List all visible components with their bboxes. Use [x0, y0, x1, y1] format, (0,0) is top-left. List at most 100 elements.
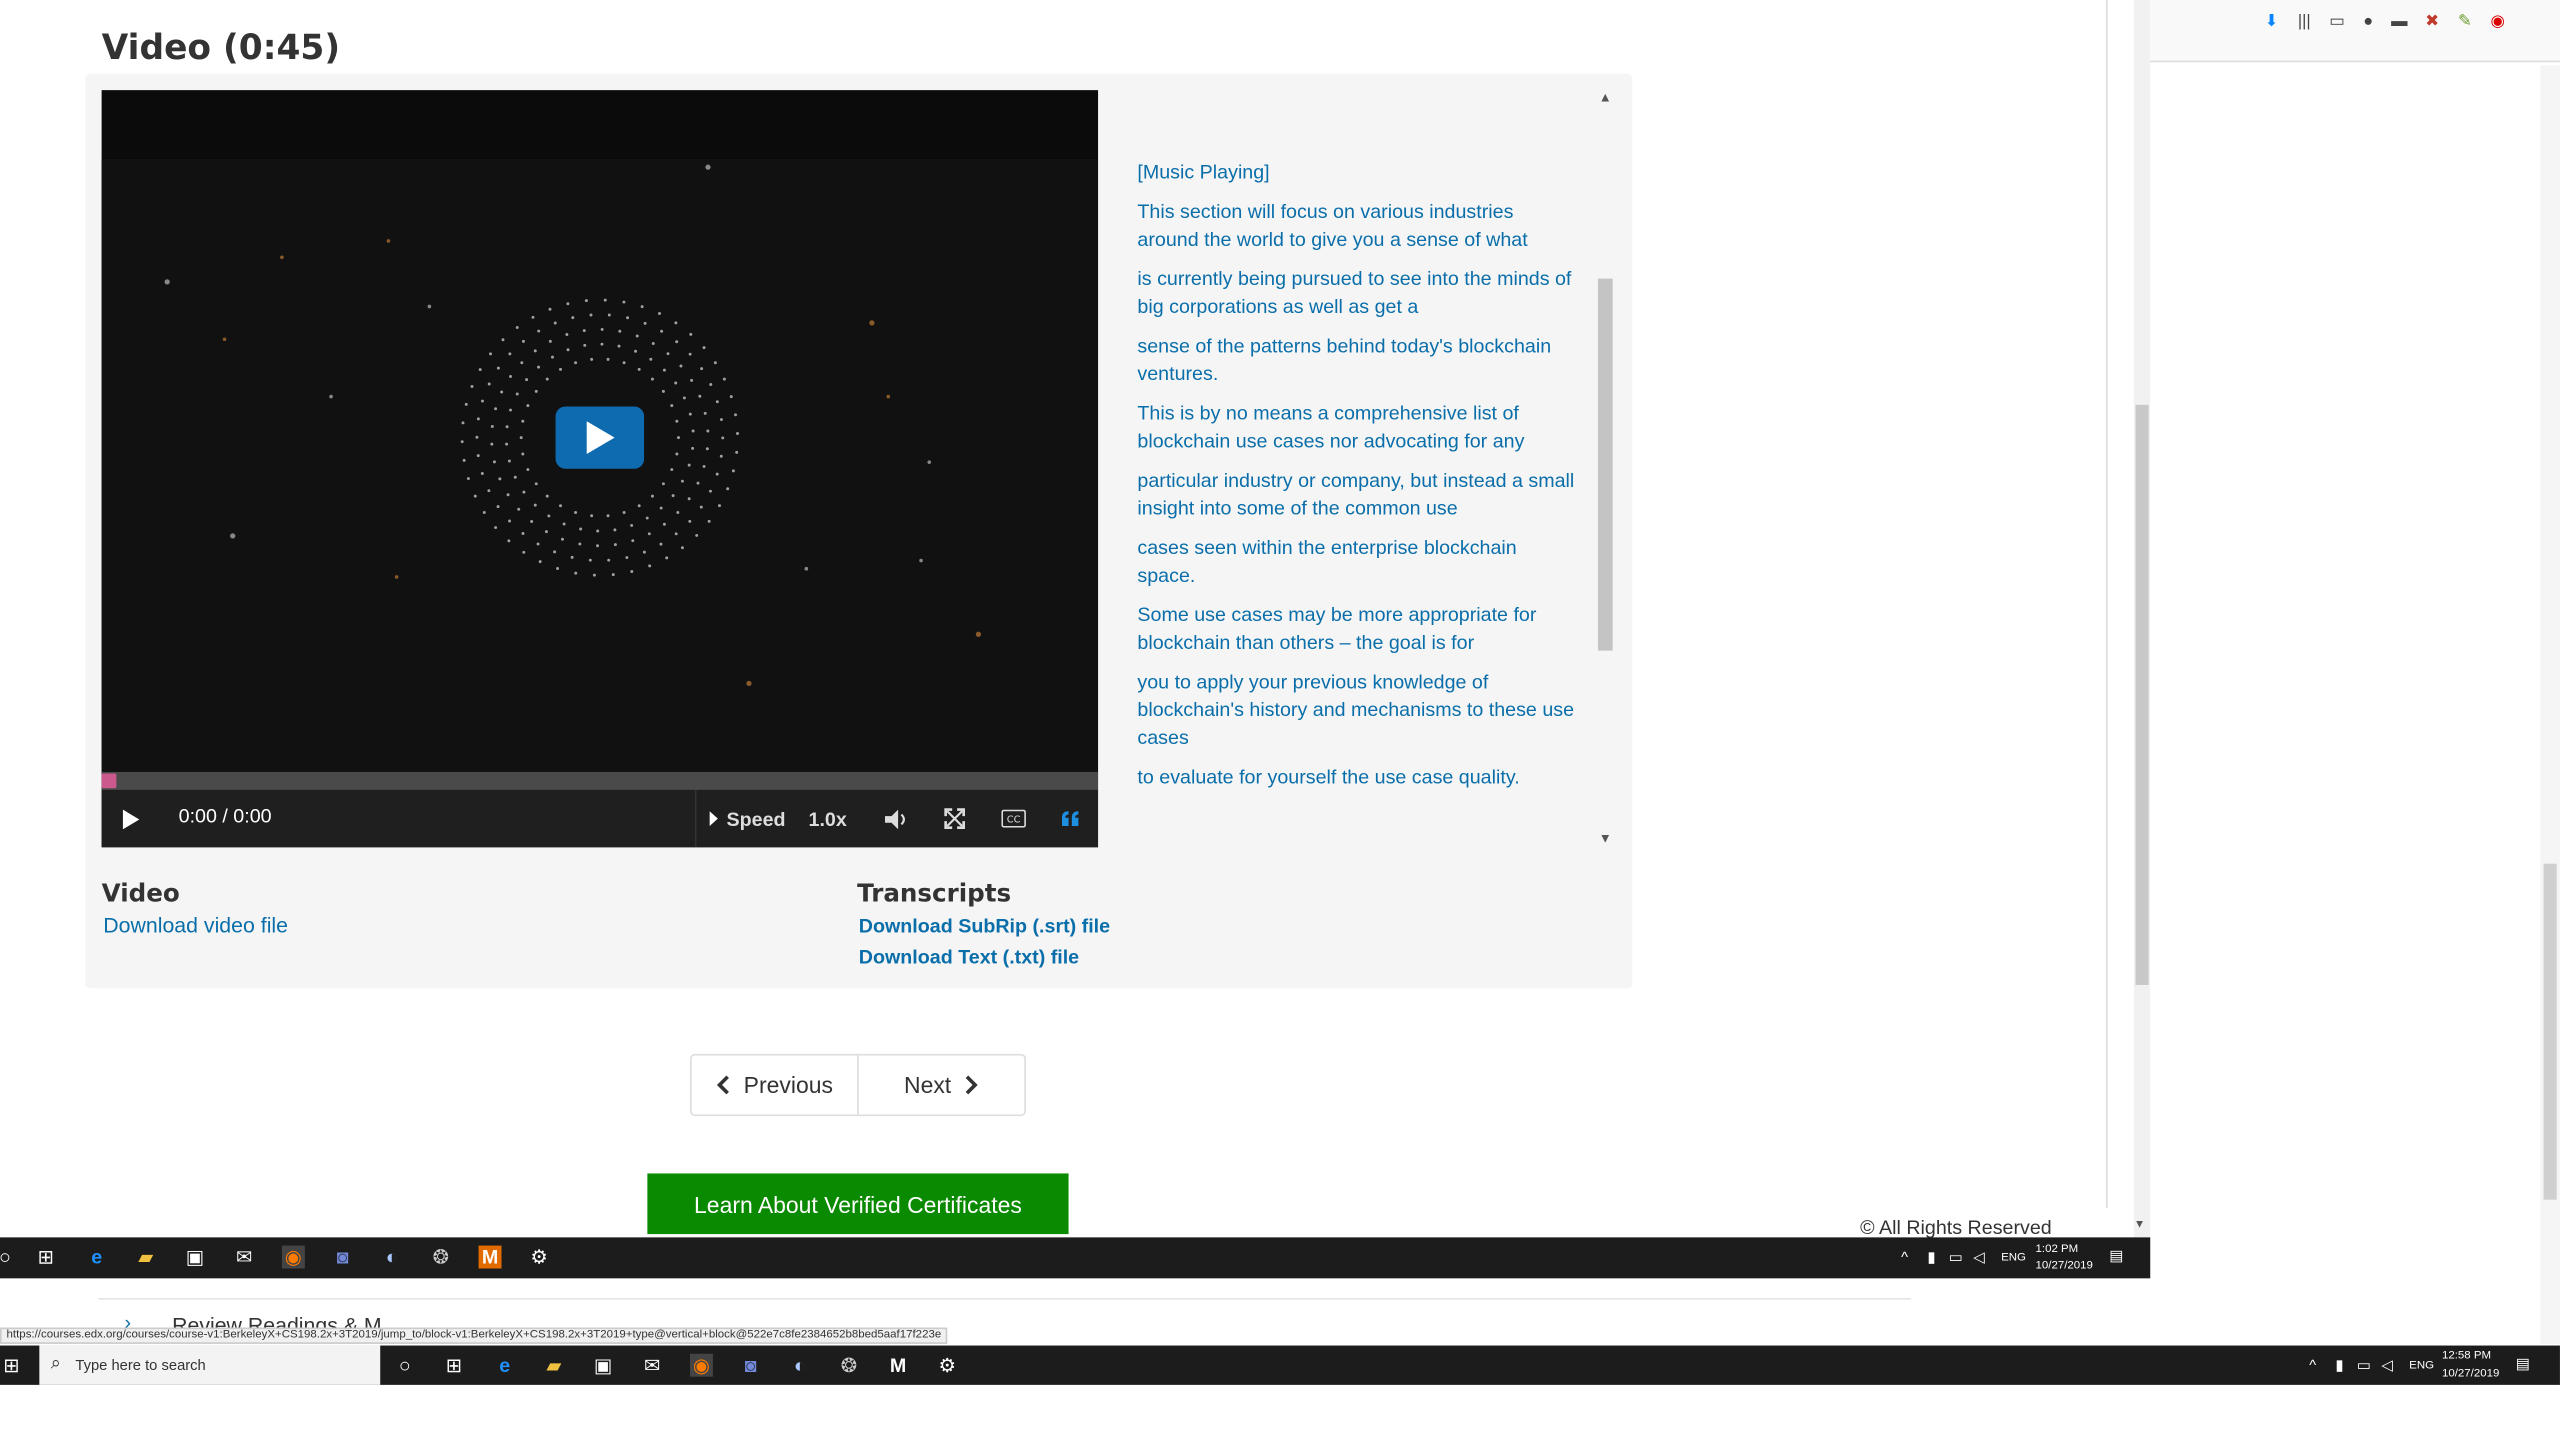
progress-handle[interactable] — [101, 773, 117, 789]
store-icon[interactable]: ▣ — [592, 1354, 615, 1377]
next-button[interactable]: Next — [859, 1055, 1025, 1114]
previous-label: Previous — [743, 1071, 833, 1099]
large-play-button[interactable] — [555, 406, 645, 469]
clock-time[interactable]: 12:58 PM — [2442, 1349, 2491, 1364]
transcript-line[interactable]: sense of the patterns behind today's blo… — [1137, 333, 1580, 389]
network-icon[interactable]: ▭ — [1949, 1250, 1963, 1265]
notifications-icon[interactable]: ▤ — [2516, 1356, 2530, 1372]
taskbar-search-box[interactable]: ⌕ Type here to search — [39, 1345, 381, 1385]
clock-time[interactable]: 1:02 PM — [2036, 1242, 2079, 1257]
steam-icon[interactable]: ◐ — [788, 1354, 811, 1377]
page-scroll-thumb[interactable] — [2135, 404, 2149, 985]
download-txt-link[interactable]: Download Text (.txt) file — [859, 946, 1079, 969]
speed-button[interactable]: Speed 1.0x — [694, 789, 859, 848]
status-bar-url: https://courses.edx.org/courses/course-v… — [0, 1327, 948, 1344]
transcript-line[interactable]: particular industry or company, but inst… — [1137, 467, 1580, 523]
discord-icon[interactable]: ◙ — [331, 1246, 354, 1269]
next-label: Next — [904, 1071, 952, 1099]
fullscreen-button[interactable] — [926, 790, 982, 847]
app-icon[interactable]: ❂ — [837, 1354, 860, 1377]
verified-certificates-button[interactable]: Learn About Verified Certificates — [647, 1173, 1069, 1235]
transcript-panel: [Music Playing] This section will focus o… — [1137, 159, 1580, 803]
clock-date[interactable]: 10/27/2019 — [2036, 1259, 2093, 1274]
video-progress-bar[interactable] — [101, 771, 1099, 790]
windows-start-icon[interactable]: ⊞ — [0, 1354, 23, 1377]
microphone-icon[interactable]: ▮ — [1927, 1250, 1935, 1265]
printer-icon[interactable]: ▬ — [2390, 13, 2410, 33]
transcript-line[interactable]: This section will focus on various indus… — [1137, 198, 1580, 254]
video-title: Video (0:45) — [101, 27, 341, 68]
speaker-icon[interactable]: ◁ — [1973, 1250, 1984, 1265]
transcript-line[interactable]: [Music Playing] — [1137, 159, 1580, 187]
game-app-icon[interactable]: M — [478, 1245, 502, 1269]
firefox-icon[interactable]: ◉ — [281, 1245, 305, 1269]
firefox-icon[interactable]: ◉ — [689, 1353, 713, 1377]
video-player[interactable]: 0:00 / 0:00 Speed 1.0x CC — [101, 90, 1099, 848]
discord-icon[interactable]: ◙ — [739, 1354, 762, 1377]
browser-toolbar: ⬇ ||| ▭ ● ▬ ✖ ✎ ◉ — [2150, 0, 2560, 63]
video-download-heading: Video — [101, 878, 180, 908]
transcript-scrollbar[interactable]: ▲ ▼ — [1597, 90, 1613, 847]
transcript-line[interactable]: This is by no means a comprehensive list… — [1137, 400, 1580, 456]
edge-icon[interactable]: e — [493, 1354, 516, 1377]
sidebar-icon[interactable]: ▭ — [2327, 13, 2347, 33]
extension-badge-icon[interactable]: ◉ — [2488, 13, 2508, 33]
mail-icon[interactable]: ✉ — [641, 1354, 664, 1377]
chevron-right-icon — [966, 1075, 979, 1095]
microphone-icon[interactable]: ▮ — [2335, 1358, 2343, 1374]
download-icon[interactable]: ⬇ — [2262, 13, 2282, 33]
svg-text:CC: CC — [1006, 815, 1020, 826]
game-app-icon[interactable]: M — [887, 1354, 910, 1377]
clock-date[interactable]: 10/27/2019 — [2442, 1367, 2499, 1382]
cortana-icon[interactable]: ○ — [393, 1354, 416, 1377]
task-view-icon[interactable]: ⊞ — [443, 1354, 466, 1377]
language-indicator[interactable]: ENG — [2001, 1250, 2026, 1265]
extension-flag-icon[interactable]: ✖ — [2422, 13, 2442, 33]
transcript-toggle-button[interactable] — [1042, 790, 1098, 847]
file-explorer-icon[interactable]: ▰ — [542, 1354, 565, 1377]
notifications-icon[interactable]: ▤ — [2109, 1248, 2123, 1264]
scroll-down-arrow-icon[interactable]: ▼ — [2134, 1219, 2145, 1230]
particle-ring-graphic — [164, 164, 982, 687]
task-view-icon[interactable]: ⊞ — [34, 1246, 57, 1269]
transcript-line[interactable]: to evaluate for yourself the use case qu… — [1137, 764, 1580, 792]
extension-leaf-icon[interactable]: ✎ — [2455, 13, 2475, 33]
transcript-line[interactable]: Some use cases may be more appropriate f… — [1137, 601, 1580, 657]
settings-gear-icon[interactable]: ⚙ — [936, 1354, 959, 1377]
settings-gear-icon[interactable]: ⚙ — [528, 1246, 551, 1269]
mail-icon[interactable]: ✉ — [233, 1246, 256, 1269]
speaker-icon[interactable]: ◁ — [2381, 1358, 2392, 1374]
tray-chevron-icon[interactable]: ^ — [1901, 1250, 1908, 1265]
page-scrollbar[interactable] — [2133, 0, 2151, 1238]
play-icon — [586, 421, 615, 454]
outer-scrollbar[interactable] — [2540, 65, 2560, 1344]
library-icon[interactable]: ||| — [2294, 13, 2314, 33]
outer-scroll-thumb[interactable] — [2543, 863, 2557, 1200]
volume-button[interactable] — [869, 790, 925, 847]
tray-chevron-icon[interactable]: ^ — [2309, 1358, 2316, 1374]
scroll-up-arrow-icon[interactable]: ▲ — [1598, 90, 1613, 105]
edge-icon[interactable]: e — [85, 1246, 108, 1269]
download-video-link[interactable]: Download video file — [103, 913, 288, 938]
transcript-scroll-thumb[interactable] — [1597, 278, 1613, 651]
download-srt-link[interactable]: Download SubRip (.srt) file — [859, 915, 1110, 938]
account-icon[interactable]: ● — [2358, 13, 2378, 33]
play-button[interactable] — [102, 790, 158, 847]
course-content: Video (0:45) 0:00 / 0:00 Speed 1.0x CC [… — [0, 0, 2108, 1239]
language-indicator[interactable]: ENG — [2409, 1359, 2434, 1374]
speed-value: 1.0x — [808, 807, 847, 831]
search-circle-icon[interactable]: ○ — [0, 1246, 16, 1269]
closed-captions-button[interactable]: CC — [985, 790, 1041, 847]
file-explorer-icon[interactable]: ▰ — [134, 1246, 157, 1269]
app-icon[interactable]: ❂ — [429, 1246, 452, 1269]
video-frame — [101, 158, 1099, 789]
transcript-line[interactable]: is currently being pursued to see into t… — [1137, 266, 1580, 322]
network-icon[interactable]: ▭ — [2357, 1358, 2371, 1374]
scroll-down-arrow-icon[interactable]: ▼ — [1598, 831, 1613, 846]
steam-icon[interactable]: ◐ — [380, 1246, 403, 1269]
transcript-line[interactable]: cases seen within the enterprise blockch… — [1137, 534, 1580, 590]
store-icon[interactable]: ▣ — [184, 1246, 207, 1269]
previous-button[interactable]: Previous — [692, 1055, 859, 1115]
transcript-line[interactable]: you to apply your previous knowledge of … — [1137, 669, 1580, 753]
outer-taskbar: ⊞ ⌕ Type here to search ○ ⊞ e ▰ ▣ ✉ ◉ ◙ … — [0, 1345, 2560, 1385]
